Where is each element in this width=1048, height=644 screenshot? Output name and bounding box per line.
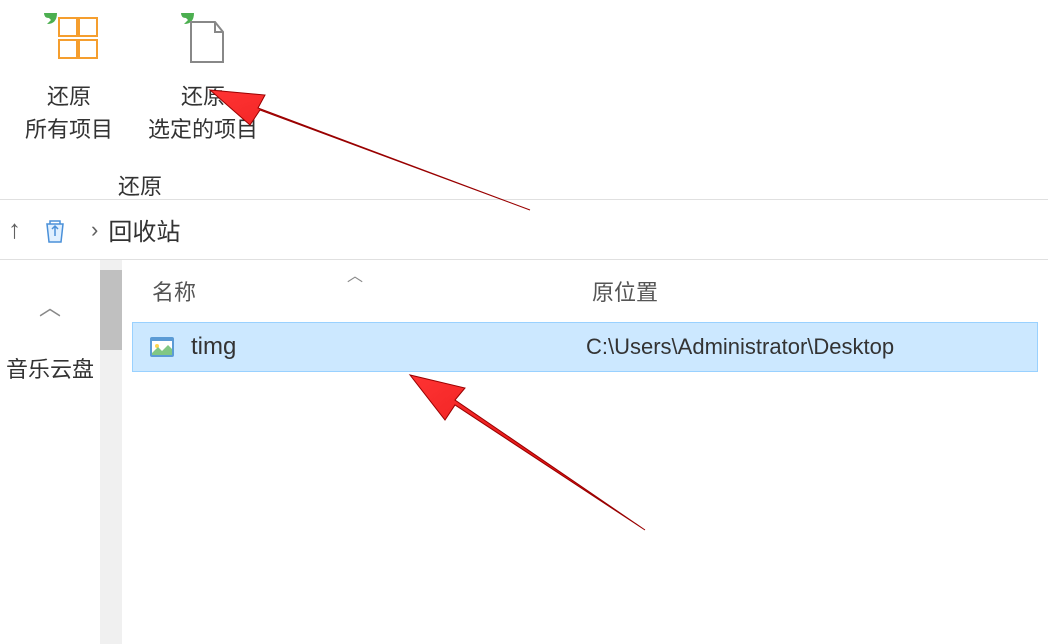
ribbon-group-label: 还原: [20, 169, 260, 201]
file-list: 名称 ︿ 原位置 timg C:\Users\Administrator\Des…: [122, 260, 1048, 644]
file-name: timg: [191, 333, 586, 361]
breadcrumb-location[interactable]: 回收站: [108, 212, 180, 247]
restore-selected-button[interactable]: 还原 选定的项目: [143, 5, 263, 151]
restore-all-button[interactable]: 还原 所有项目: [20, 5, 118, 151]
breadcrumb-separator: ›: [91, 217, 98, 243]
sidebar: ︿ 音乐云盘: [0, 260, 100, 644]
restore-selected-label-1: 还原: [148, 80, 258, 113]
restore-selected-icon: [173, 10, 233, 70]
restore-all-label-2: 所有项目: [25, 113, 113, 146]
address-bar: ↑ › 回收站: [0, 200, 1048, 260]
scrollbar-track[interactable]: [100, 260, 122, 644]
column-headers: 名称 ︿ 原位置: [132, 260, 1038, 322]
file-icon: [148, 333, 176, 361]
content-area: ︿ 音乐云盘 名称 ︿ 原位置 timg C:\Users\Administra: [0, 260, 1048, 644]
restore-selected-label-2: 选定的项目: [148, 113, 258, 146]
column-header-location[interactable]: 原位置: [592, 275, 1018, 307]
sidebar-scroll-up-icon[interactable]: ︿: [39, 290, 61, 322]
file-location: C:\Users\Administrator\Desktop: [586, 334, 894, 360]
ribbon-toolbar: 还原 所有项目 还原 选定的项目 还原: [0, 0, 1048, 200]
restore-all-label-1: 还原: [25, 80, 113, 113]
file-row[interactable]: timg C:\Users\Administrator\Desktop: [132, 322, 1038, 372]
sidebar-item-music-cloud[interactable]: 音乐云盘: [6, 352, 94, 384]
recycle-bin-icon: [39, 214, 71, 246]
scrollbar-thumb[interactable]: [100, 270, 122, 350]
column-header-name[interactable]: 名称 ︿: [152, 275, 592, 307]
up-button[interactable]: ↑: [0, 214, 29, 245]
restore-all-icon: [39, 10, 99, 70]
sort-indicator-icon: ︿: [347, 262, 363, 286]
